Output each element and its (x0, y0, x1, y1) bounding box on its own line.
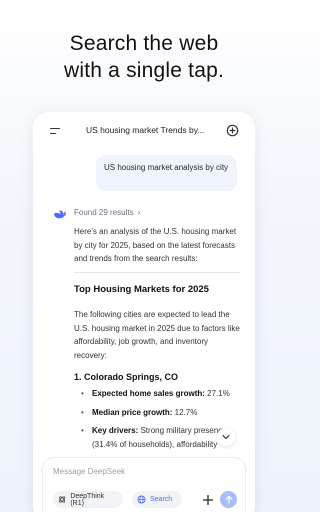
top-bar: US housing market Trends by... (33, 112, 255, 150)
headline-line-2: with a single tap. (63, 59, 225, 82)
list-item: Median price growth: 12.7% (81, 406, 247, 420)
list-item: Expected home sales growth: 27.1% (81, 387, 247, 401)
menu-icon[interactable] (50, 128, 62, 136)
chat-title: US housing market Trends by... (86, 125, 205, 135)
message-composer: Message DeepSeek DeepThink (R1) Search (42, 457, 246, 512)
headline: Search the web with a single tap. (0, 30, 288, 84)
response-intro: Here's an analysis of the U.S. housing m… (74, 227, 237, 263)
deepthink-toggle[interactable]: DeepThink (R1) (53, 491, 123, 508)
search-toggle[interactable]: Search (132, 491, 182, 508)
section-title: Top Housing Markets for 2025 (74, 284, 209, 295)
message-input[interactable]: Message DeepSeek (53, 467, 125, 476)
deepthink-label: DeepThink (R1) (70, 492, 105, 507)
section-body: The following cities are expected to lea… (74, 310, 240, 360)
headline-line-1: Search the web (69, 32, 219, 55)
new-chat-icon[interactable] (226, 124, 239, 137)
city-heading: 1. Colorado Springs, CO (74, 372, 179, 382)
search-label: Search (150, 496, 173, 503)
found-results-label: Found 29 results (74, 208, 134, 217)
chevron-right-icon: › (137, 208, 141, 217)
globe-icon (137, 495, 146, 504)
app-screen: US housing market Trends by... US housin… (33, 112, 255, 512)
plus-icon[interactable] (201, 493, 215, 507)
deepseek-whale-icon (54, 210, 66, 219)
divider (74, 272, 240, 273)
arrow-up-icon (225, 495, 232, 504)
send-button[interactable] (220, 491, 237, 508)
scroll-to-bottom-button[interactable] (217, 428, 235, 446)
search-results-toggle[interactable]: Found 29 results › (74, 208, 140, 217)
city-bullets: Expected home sales growth: 27.1% Median… (81, 387, 247, 456)
user-message-bubble: US housing market analysis by city (96, 155, 237, 191)
atom-icon (59, 496, 66, 503)
chevron-down-icon (222, 434, 230, 440)
